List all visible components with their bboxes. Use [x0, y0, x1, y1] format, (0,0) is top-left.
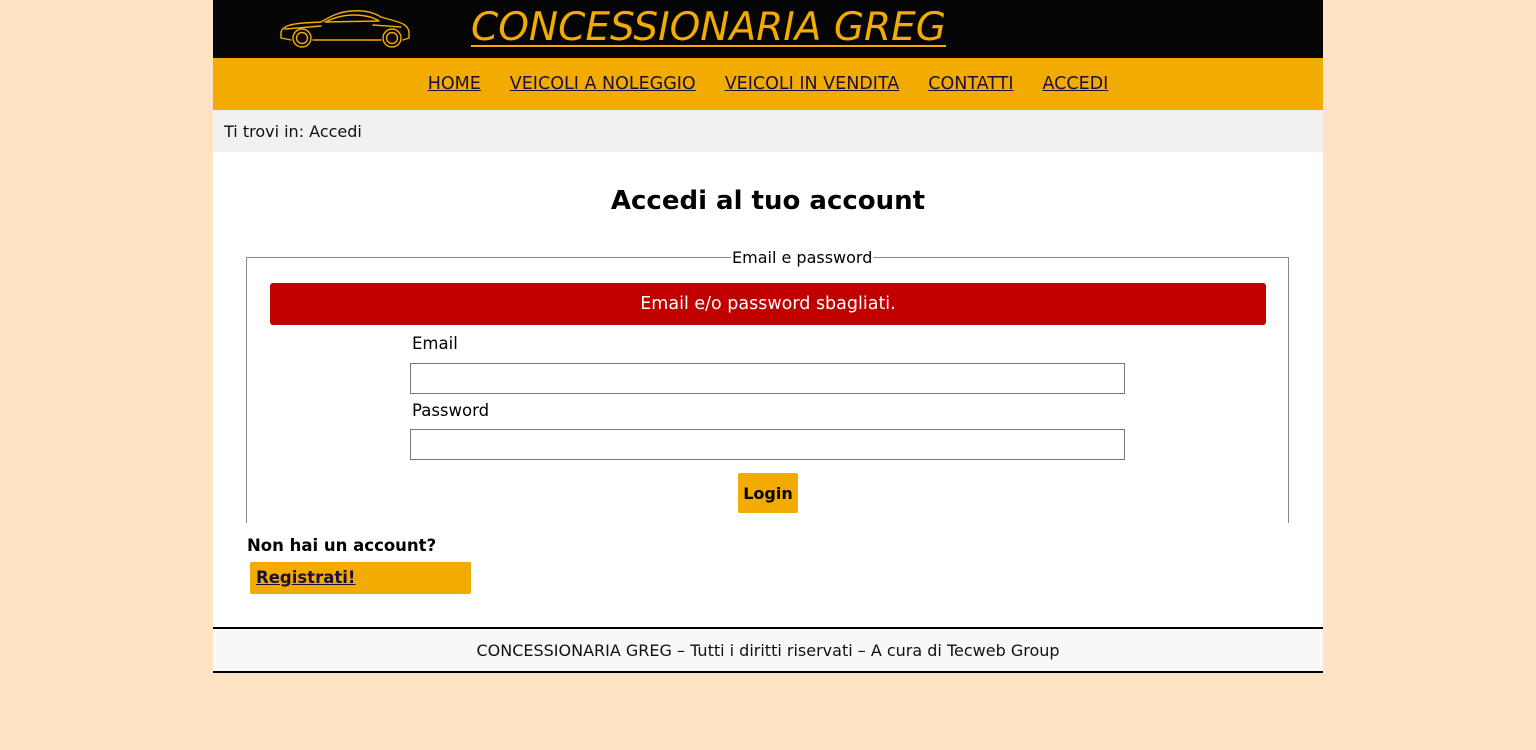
password-label: Password — [412, 401, 490, 420]
sports-car-icon[interactable] — [277, 8, 411, 48]
site-footer: CONCESSIONARIA GREG – Tutti i diritti ri… — [213, 627, 1323, 673]
page-container: CONCESSIONARIA GREG HOME VEICOLI A NOLEG… — [213, 0, 1323, 673]
error-message: Email e/o password sbagliati. — [270, 283, 1266, 325]
page-title: Accedi al tuo account — [610, 186, 926, 216]
nav-item-veicoli-in-vendita[interactable]: VEICOLI IN VENDITA — [725, 74, 900, 94]
nav-item-accedi[interactable]: ACCEDI — [1043, 74, 1109, 94]
fieldset-legend: Email e password — [731, 248, 874, 268]
nav-item-veicoli-a-noleggio[interactable]: VEICOLI A NOLEGGIO — [510, 74, 696, 94]
password-field[interactable] — [410, 429, 1125, 460]
email-field[interactable] — [410, 363, 1125, 394]
register-link[interactable]: Registrati! — [256, 568, 355, 587]
register-box: Registrati! — [250, 562, 471, 594]
site-title[interactable]: CONCESSIONARIA GREG — [471, 4, 946, 52]
breadcrumb: Ti trovi in: Accedi — [213, 110, 1323, 152]
login-fieldset: Email e password Email e/o password sbag… — [246, 248, 1289, 523]
no-account-text: Non hai un account? — [247, 536, 437, 555]
login-button[interactable]: Login — [738, 473, 798, 513]
main-nav: HOME VEICOLI A NOLEGGIO VEICOLI IN VENDI… — [213, 58, 1323, 110]
site-header: CONCESSIONARIA GREG — [213, 0, 1323, 58]
nav-item-contatti[interactable]: CONTATTI — [928, 74, 1013, 94]
nav-item-home[interactable]: HOME — [428, 74, 481, 94]
email-label: Email — [412, 334, 458, 353]
